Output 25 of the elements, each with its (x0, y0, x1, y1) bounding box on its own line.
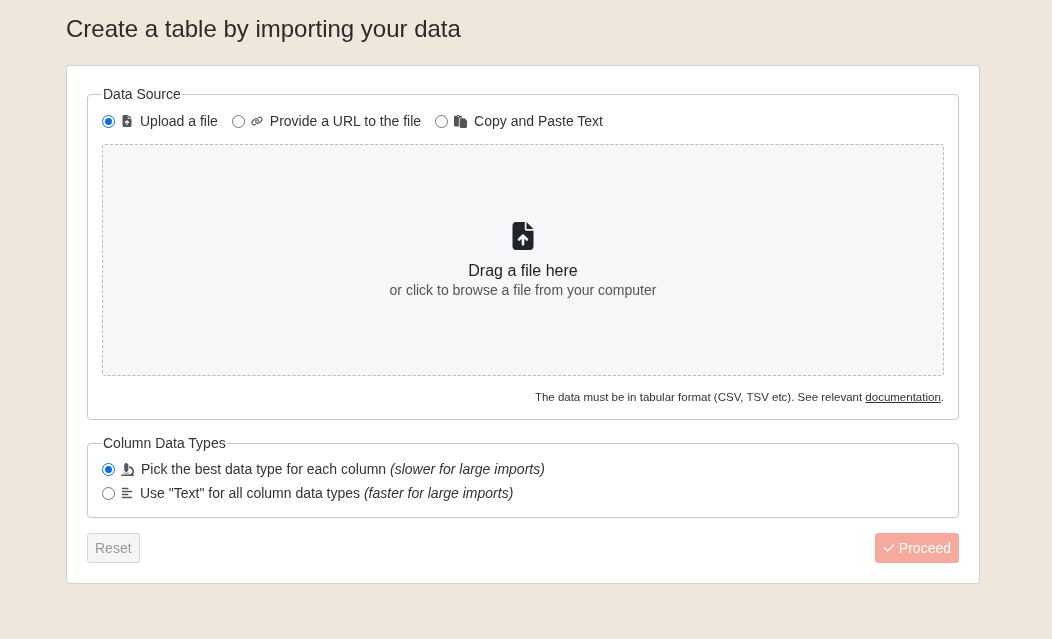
option-label: Provide a URL to the file (269, 113, 422, 129)
link-icon (250, 115, 263, 127)
option-label: Upload a file (140, 113, 218, 129)
option-label: Pick the best data type for each column (slower for large imports) (141, 461, 545, 477)
drop-title: Drag a file here (468, 260, 578, 281)
file-upload-icon (509, 221, 537, 250)
radio-button[interactable] (102, 462, 115, 476)
page-title: Create a table by importing your data (66, 14, 462, 43)
text-lines-icon (121, 487, 133, 499)
drop-subtitle: or click to browse a file from your computer (389, 280, 657, 299)
documentation-link[interactable]: documentation (865, 391, 941, 403)
clipboard-icon (454, 114, 468, 128)
option-label: Use "Text" for all column data types (faster for large imports) (140, 485, 514, 501)
radio-button[interactable] (435, 114, 449, 128)
radio-button[interactable] (102, 486, 115, 500)
radio-button[interactable] (102, 114, 115, 128)
panel-legend: Data Source (102, 85, 182, 103)
option-label: Copy and Paste Text (474, 113, 603, 129)
file-drop-zone[interactable]: Drag a file here or click to browse a file from your computer (102, 144, 944, 376)
check-icon (882, 542, 895, 554)
microscope-icon (121, 462, 134, 476)
panel-legend: Column Data Types (102, 434, 227, 452)
format-note: The data must be in tabular format (CSV, TSV etc). See relevant documentation. (533, 390, 944, 405)
radio-button[interactable] (231, 114, 245, 128)
file-upload-icon (121, 115, 133, 127)
